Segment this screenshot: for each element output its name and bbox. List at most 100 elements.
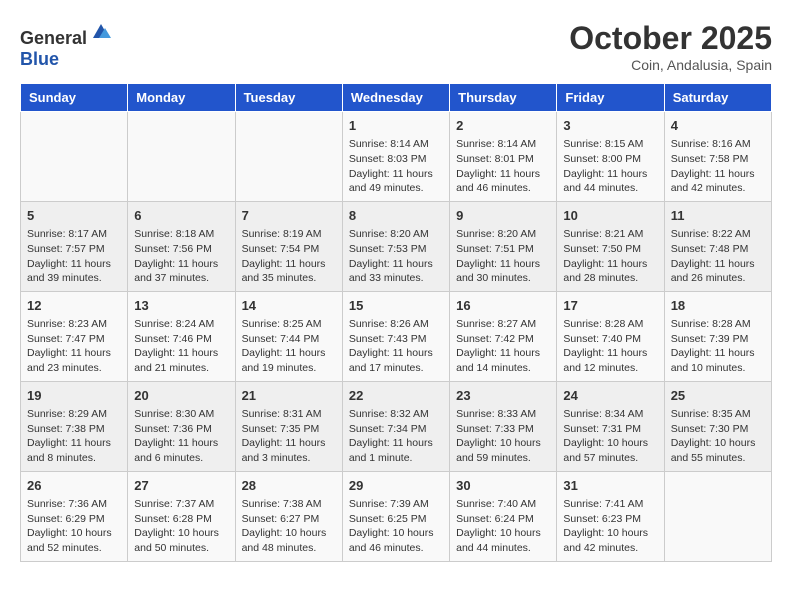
calendar-day: 10 Sunrise: 8:21 AM Sunset: 7:50 PM Dayli…	[557, 201, 664, 291]
day-info: Sunrise: 8:28 AM Sunset: 7:39 PM Dayligh…	[671, 317, 765, 376]
calendar-day: 13 Sunrise: 8:24 AM Sunset: 7:46 PM Dayli…	[128, 291, 235, 381]
day-info: Sunrise: 8:14 AM Sunset: 8:03 PM Dayligh…	[349, 137, 443, 196]
day-number: 2	[456, 117, 550, 135]
empty-day	[664, 471, 771, 561]
day-number: 9	[456, 207, 550, 225]
calendar-day: 31 Sunrise: 7:41 AM Sunset: 6:23 PM Dayli…	[557, 471, 664, 561]
day-info: Sunrise: 8:24 AM Sunset: 7:46 PM Dayligh…	[134, 317, 228, 376]
day-number: 23	[456, 387, 550, 405]
day-number: 16	[456, 297, 550, 315]
calendar-table: SundayMondayTuesdayWednesdayThursdayFrid…	[20, 83, 772, 562]
day-number: 7	[242, 207, 336, 225]
day-info: Sunrise: 8:35 AM Sunset: 7:30 PM Dayligh…	[671, 407, 765, 466]
day-number: 27	[134, 477, 228, 495]
day-number: 18	[671, 297, 765, 315]
calendar-day: 5Sunrise: 8:17 AM Sunset: 7:57 PM Daylig…	[21, 201, 128, 291]
calendar-day: 30 Sunrise: 7:40 AM Sunset: 6:24 PM Dayli…	[450, 471, 557, 561]
day-number: 30	[456, 477, 550, 495]
day-number: 21	[242, 387, 336, 405]
day-of-week-header: Tuesday	[235, 84, 342, 112]
day-of-week-header: Friday	[557, 84, 664, 112]
day-info: Sunrise: 8:33 AM Sunset: 7:33 PM Dayligh…	[456, 407, 550, 466]
calendar-day: 27 Sunrise: 7:37 AM Sunset: 6:28 PM Dayli…	[128, 471, 235, 561]
day-info: Sunrise: 8:28 AM Sunset: 7:40 PM Dayligh…	[563, 317, 657, 376]
month-title: October 2025	[569, 20, 772, 57]
logo-icon	[89, 20, 113, 44]
day-info: Sunrise: 8:34 AM Sunset: 7:31 PM Dayligh…	[563, 407, 657, 466]
day-info: Sunrise: 8:29 AM Sunset: 7:38 PM Dayligh…	[27, 407, 121, 466]
day-number: 5	[27, 207, 121, 225]
day-info: Sunrise: 8:31 AM Sunset: 7:35 PM Dayligh…	[242, 407, 336, 466]
day-of-week-header: Sunday	[21, 84, 128, 112]
calendar-day: 29 Sunrise: 7:39 AM Sunset: 6:25 PM Dayli…	[342, 471, 449, 561]
day-info: Sunrise: 7:39 AM Sunset: 6:25 PM Dayligh…	[349, 497, 443, 556]
day-info: Sunrise: 8:30 AM Sunset: 7:36 PM Dayligh…	[134, 407, 228, 466]
calendar-day: 11 Sunrise: 8:22 AM Sunset: 7:48 PM Dayli…	[664, 201, 771, 291]
day-number: 10	[563, 207, 657, 225]
calendar-day: 28 Sunrise: 7:38 AM Sunset: 6:27 PM Dayli…	[235, 471, 342, 561]
logo: General Blue	[20, 20, 113, 70]
page-header: General Blue October 2025 Coin, Andalusi…	[20, 20, 772, 73]
calendar-day: 1 Sunrise: 8:14 AM Sunset: 8:03 PM Daylig…	[342, 112, 449, 202]
calendar-day: 15 Sunrise: 8:26 AM Sunset: 7:43 PM Dayli…	[342, 291, 449, 381]
day-info: Sunrise: 8:22 AM Sunset: 7:48 PM Dayligh…	[671, 227, 765, 286]
day-info: Sunrise: 8:20 AM Sunset: 7:51 PM Dayligh…	[456, 227, 550, 286]
day-of-week-header: Monday	[128, 84, 235, 112]
day-number: 8	[349, 207, 443, 225]
day-of-week-header: Wednesday	[342, 84, 449, 112]
day-info: Sunrise: 8:19 AM Sunset: 7:54 PM Dayligh…	[242, 227, 336, 286]
title-block: October 2025 Coin, Andalusia, Spain	[569, 20, 772, 73]
calendar-day: 16 Sunrise: 8:27 AM Sunset: 7:42 PM Dayli…	[450, 291, 557, 381]
calendar-day: 25 Sunrise: 8:35 AM Sunset: 7:30 PM Dayli…	[664, 381, 771, 471]
calendar-day: 6Sunrise: 8:18 AM Sunset: 7:56 PM Daylig…	[128, 201, 235, 291]
day-number: 6	[134, 207, 228, 225]
day-info: Sunrise: 8:20 AM Sunset: 7:53 PM Dayligh…	[349, 227, 443, 286]
empty-day	[128, 112, 235, 202]
calendar-day: 3 Sunrise: 8:15 AM Sunset: 8:00 PM Daylig…	[557, 112, 664, 202]
day-number: 26	[27, 477, 121, 495]
calendar-day: 26 Sunrise: 7:36 AM Sunset: 6:29 PM Dayli…	[21, 471, 128, 561]
calendar-day: 14 Sunrise: 8:25 AM Sunset: 7:44 PM Dayli…	[235, 291, 342, 381]
day-info: Sunrise: 8:25 AM Sunset: 7:44 PM Dayligh…	[242, 317, 336, 376]
day-number: 17	[563, 297, 657, 315]
calendar-day: 21 Sunrise: 8:31 AM Sunset: 7:35 PM Dayli…	[235, 381, 342, 471]
calendar-day: 24Sunrise: 8:34 AM Sunset: 7:31 PM Dayli…	[557, 381, 664, 471]
location: Coin, Andalusia, Spain	[569, 57, 772, 73]
day-info: Sunrise: 7:37 AM Sunset: 6:28 PM Dayligh…	[134, 497, 228, 556]
day-info: Sunrise: 8:21 AM Sunset: 7:50 PM Dayligh…	[563, 227, 657, 286]
calendar-day: 8 Sunrise: 8:20 AM Sunset: 7:53 PM Daylig…	[342, 201, 449, 291]
day-number: 15	[349, 297, 443, 315]
day-number: 20	[134, 387, 228, 405]
calendar-day: 19Sunrise: 8:29 AM Sunset: 7:38 PM Dayli…	[21, 381, 128, 471]
day-number: 13	[134, 297, 228, 315]
calendar-day: 2 Sunrise: 8:14 AM Sunset: 8:01 PM Daylig…	[450, 112, 557, 202]
day-number: 11	[671, 207, 765, 225]
day-number: 28	[242, 477, 336, 495]
day-info: Sunrise: 8:16 AM Sunset: 7:58 PM Dayligh…	[671, 137, 765, 196]
calendar-day: 18 Sunrise: 8:28 AM Sunset: 7:39 PM Dayli…	[664, 291, 771, 381]
day-number: 31	[563, 477, 657, 495]
day-of-week-header: Saturday	[664, 84, 771, 112]
day-number: 3	[563, 117, 657, 135]
day-number: 1	[349, 117, 443, 135]
day-number: 4	[671, 117, 765, 135]
day-info: Sunrise: 8:26 AM Sunset: 7:43 PM Dayligh…	[349, 317, 443, 376]
day-info: Sunrise: 8:14 AM Sunset: 8:01 PM Dayligh…	[456, 137, 550, 196]
calendar-day: 23 Sunrise: 8:33 AM Sunset: 7:33 PM Dayli…	[450, 381, 557, 471]
day-info: Sunrise: 7:41 AM Sunset: 6:23 PM Dayligh…	[563, 497, 657, 556]
calendar-day: 4 Sunrise: 8:16 AM Sunset: 7:58 PM Daylig…	[664, 112, 771, 202]
day-info: Sunrise: 8:15 AM Sunset: 8:00 PM Dayligh…	[563, 137, 657, 196]
day-info: Sunrise: 7:40 AM Sunset: 6:24 PM Dayligh…	[456, 497, 550, 556]
day-info: Sunrise: 7:36 AM Sunset: 6:29 PM Dayligh…	[27, 497, 121, 556]
calendar-day: 20 Sunrise: 8:30 AM Sunset: 7:36 PM Dayli…	[128, 381, 235, 471]
day-info: Sunrise: 8:23 AM Sunset: 7:47 PM Dayligh…	[27, 317, 121, 376]
day-number: 29	[349, 477, 443, 495]
empty-day	[235, 112, 342, 202]
empty-day	[21, 112, 128, 202]
day-info: Sunrise: 8:27 AM Sunset: 7:42 PM Dayligh…	[456, 317, 550, 376]
day-info: Sunrise: 7:38 AM Sunset: 6:27 PM Dayligh…	[242, 497, 336, 556]
calendar-day: 17 Sunrise: 8:28 AM Sunset: 7:40 PM Dayli…	[557, 291, 664, 381]
calendar-day: 9 Sunrise: 8:20 AM Sunset: 7:51 PM Daylig…	[450, 201, 557, 291]
day-number: 25	[671, 387, 765, 405]
day-number: 14	[242, 297, 336, 315]
